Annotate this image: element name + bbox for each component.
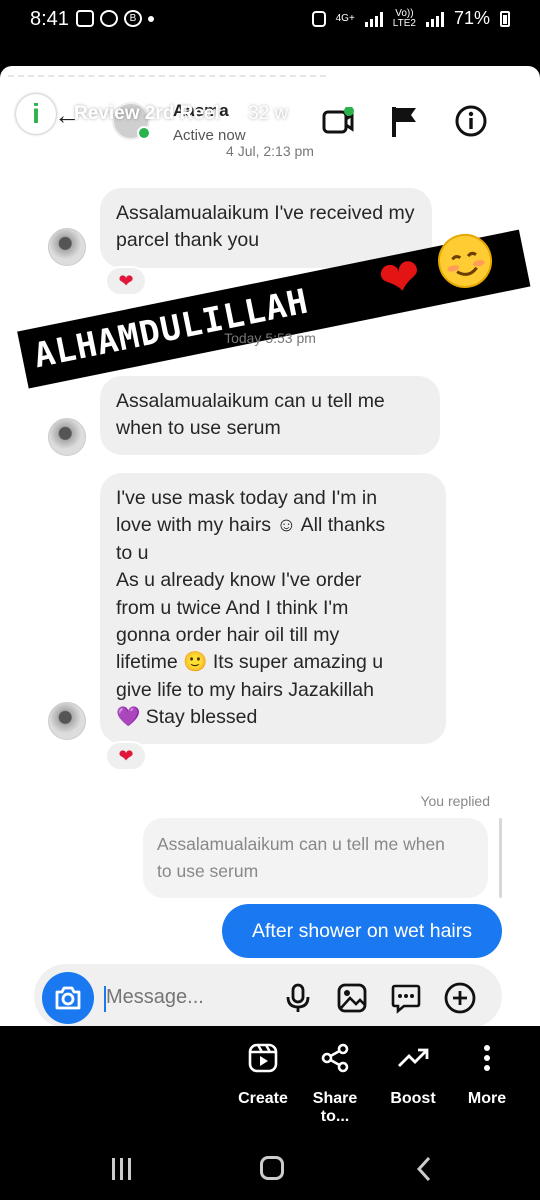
boost-button[interactable]: Boost: [384, 1040, 442, 1108]
status-bar: 8:41 B 4G+ Vo)) LTE2 71%: [0, 0, 540, 40]
message-text: Assalamualaikum I've received my parcel …: [116, 202, 415, 252]
date-separator: Today 5:53 pm: [224, 330, 316, 346]
battery-icon: [500, 10, 510, 27]
reel-age: 32 w: [248, 103, 289, 124]
signal-2-icon: [425, 11, 444, 27]
sender-avatar[interactable]: [48, 418, 86, 456]
more-button[interactable]: More: [462, 1040, 512, 1108]
more-notifications-dot: [148, 16, 154, 22]
info-icon[interactable]: [455, 105, 487, 137]
reel-create-icon: [248, 1043, 278, 1073]
flag-icon[interactable]: [390, 105, 420, 137]
gallery-notification-icon: [76, 10, 94, 27]
heart-reaction[interactable]: ❤: [105, 266, 147, 296]
system-navigation-bar: [0, 1140, 540, 1200]
message-line: Assalamualaikum can u tell me: [116, 390, 385, 412]
video-call-icon[interactable]: [322, 107, 354, 135]
message-line: gonna order hair oil till my: [116, 624, 340, 647]
sent-message-bubble[interactable]: After shower on wet hairs: [222, 904, 502, 958]
story-progress-bar: [8, 75, 326, 78]
message-line: to u: [116, 541, 149, 564]
story-card[interactable]: Aasma Active now i ← Review 2rd Reel 32 …: [0, 66, 540, 1026]
back-button[interactable]: [414, 1154, 434, 1184]
battery-percent: 71%: [453, 8, 490, 28]
contact-status: Active now: [173, 127, 246, 144]
signal-1-icon: [364, 11, 383, 27]
heart-reaction[interactable]: ❤: [105, 741, 147, 771]
message-line: when to use serum: [116, 417, 281, 440]
quoted-message[interactable]: Assalamualaikum can u tell me when to us…: [143, 818, 488, 898]
reel-title[interactable]: Review 2rd Reel: [74, 103, 220, 125]
camera-icon: [55, 986, 81, 1010]
sender-avatar[interactable]: [48, 228, 86, 266]
message-line: 💜 Stay blessed: [116, 706, 258, 729]
gallery-icon[interactable]: [336, 982, 368, 1014]
action-label: More: [467, 1090, 507, 1107]
network-type: 4G+: [335, 12, 355, 24]
message-bubble[interactable]: Assalamualaikum can u tell me when to us…: [100, 376, 440, 455]
share-button[interactable]: Share to...: [297, 1040, 373, 1126]
reel-badge-icon[interactable]: i: [16, 94, 56, 134]
quote-bar: [499, 818, 502, 898]
message-composer: [34, 964, 502, 1026]
message-line: As u already know I've order: [116, 569, 362, 592]
message-input[interactable]: [106, 986, 266, 1009]
alarm-icon: [311, 10, 326, 27]
message-line: give life to my hairs Jazakillah: [116, 678, 374, 701]
story-actions: Create Share to... Boost More: [0, 1040, 540, 1125]
date-separator: 4 Jul, 2:13 pm: [226, 143, 314, 159]
action-label: Share to...: [312, 1090, 358, 1125]
sticker-text: ALHAMDULILLAH: [30, 281, 312, 377]
quoted-line: to use serum: [157, 861, 259, 881]
clock: 8:41: [30, 8, 69, 30]
add-icon[interactable]: [444, 982, 476, 1014]
trending-up-icon: [398, 1048, 429, 1067]
sender-avatar[interactable]: [48, 702, 86, 740]
message-line: lifetime 🙂 Its super amazing u: [116, 651, 384, 674]
action-label: Create: [238, 1090, 288, 1107]
share-icon: [321, 1043, 349, 1073]
message-line: I've use mask today and I'm in: [116, 487, 378, 509]
message-bubble[interactable]: I've use mask today and I'm in love with…: [100, 473, 446, 744]
online-indicator: [137, 126, 151, 140]
sync-notification-icon: [100, 10, 118, 27]
microphone-icon[interactable]: [282, 982, 314, 1014]
quoted-line: Assalamualaikum can u tell me when: [157, 834, 445, 854]
create-button[interactable]: Create: [232, 1040, 294, 1108]
b-notification-icon: B: [124, 10, 142, 27]
notification-icons: B: [76, 10, 154, 27]
sticker-icon[interactable]: [390, 982, 422, 1014]
camera-button[interactable]: [42, 972, 94, 1024]
message-line: from u twice And I think I'm: [116, 596, 349, 619]
action-label: Boost: [390, 1090, 436, 1107]
volte-indicator: Vo)) LTE2: [392, 7, 416, 29]
system-indicators: 4G+ Vo)) LTE2 71%: [311, 7, 510, 29]
recent-apps-button[interactable]: [112, 1158, 132, 1180]
message-line: love with my hairs ☺ All thanks: [116, 514, 386, 537]
more-vertical-icon: [484, 1045, 490, 1071]
home-button[interactable]: [260, 1156, 284, 1180]
replied-label: You replied: [420, 793, 490, 809]
